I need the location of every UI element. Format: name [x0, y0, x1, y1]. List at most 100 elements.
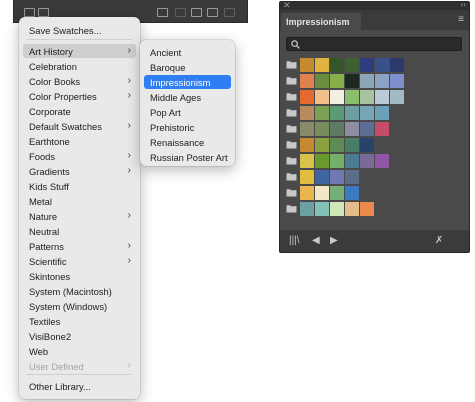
color-swatch[interactable] — [345, 154, 359, 168]
show-kind-icon[interactable] — [157, 8, 168, 17]
color-swatch[interactable] — [300, 186, 314, 200]
color-swatch[interactable] — [315, 202, 329, 216]
menu-item-system-windows[interactable]: System (Windows) — [23, 299, 136, 313]
menu-item-kids-stuff[interactable]: Kids Stuff — [23, 179, 136, 193]
color-swatch[interactable] — [345, 186, 359, 200]
menu-item-nature[interactable]: Nature › — [23, 209, 136, 223]
swatch-library-menu-icon[interactable] — [38, 8, 49, 17]
menu-item-metal[interactable]: Metal — [23, 194, 136, 208]
swatch-group-row[interactable] — [286, 74, 462, 88]
color-swatch[interactable] — [300, 138, 314, 152]
menu-item-web[interactable]: Web — [23, 344, 136, 358]
swatch-group-row[interactable] — [286, 90, 462, 104]
menu-item-celebration[interactable]: Celebration — [23, 59, 136, 73]
menu-item-system-macintosh[interactable]: System (Macintosh) — [23, 284, 136, 298]
color-swatch[interactable] — [330, 170, 344, 184]
swatch-group-row[interactable] — [286, 138, 462, 152]
search-input[interactable] — [286, 37, 462, 51]
color-swatch[interactable] — [300, 202, 314, 216]
color-swatch[interactable] — [360, 122, 374, 136]
color-swatch[interactable] — [375, 106, 389, 120]
color-swatch[interactable] — [330, 202, 344, 216]
color-swatch[interactable] — [360, 90, 374, 104]
swatch-group-row[interactable] — [286, 186, 462, 200]
menu-item-color-books[interactable]: Color Books › — [23, 74, 136, 88]
color-swatch[interactable] — [375, 74, 389, 88]
color-swatch[interactable] — [390, 90, 404, 104]
color-swatch[interactable] — [300, 154, 314, 168]
menu-item-default-swatches[interactable]: Default Swatches › — [23, 119, 136, 133]
menu-item-save-swatches[interactable]: Save Swatches... — [23, 23, 136, 37]
swatch-options-icon[interactable] — [175, 8, 186, 17]
previous-icon[interactable]: ◀ — [312, 235, 320, 247]
menu-item-gradients[interactable]: Gradients › — [23, 164, 136, 178]
menu-item-other-library[interactable]: Other Library... — [23, 379, 136, 393]
swatch-group-row[interactable] — [286, 154, 462, 168]
color-swatch[interactable] — [330, 138, 344, 152]
library-icon[interactable] — [24, 8, 35, 17]
color-swatch[interactable] — [345, 74, 359, 88]
color-swatch[interactable] — [390, 58, 404, 72]
menu-item-art-history[interactable]: Art History › — [23, 44, 136, 58]
submenu-item-renaissance[interactable]: Renaissance — [144, 135, 231, 149]
submenu-item-prehistoric[interactable]: Prehistoric — [144, 120, 231, 134]
color-swatch[interactable] — [345, 202, 359, 216]
color-swatch[interactable] — [315, 106, 329, 120]
library-icon[interactable]: |||\ — [289, 235, 300, 247]
color-swatch[interactable] — [375, 58, 389, 72]
swatch-group-row[interactable] — [286, 122, 462, 136]
color-swatch[interactable] — [300, 74, 314, 88]
color-swatch[interactable] — [330, 122, 344, 136]
color-swatch[interactable] — [390, 74, 404, 88]
menu-item-skintones[interactable]: Skintones — [23, 269, 136, 283]
color-swatch[interactable] — [300, 106, 314, 120]
collapse-icon[interactable]: ‹‹ — [461, 0, 466, 9]
color-swatch[interactable] — [360, 202, 374, 216]
menu-item-earthtone[interactable]: Earthtone — [23, 134, 136, 148]
color-swatch[interactable] — [360, 138, 374, 152]
submenu-item-pop-art[interactable]: Pop Art — [144, 105, 231, 119]
color-swatch[interactable] — [315, 74, 329, 88]
panel-menu-icon[interactable]: ≡ — [458, 15, 464, 25]
tools-icon[interactable]: ✗ — [435, 235, 443, 247]
delete-swatch-icon[interactable] — [224, 8, 235, 17]
color-swatch[interactable] — [330, 90, 344, 104]
color-swatch[interactable] — [330, 154, 344, 168]
color-swatch[interactable] — [345, 106, 359, 120]
swatch-group-row[interactable] — [286, 202, 462, 216]
submenu-item-middle-ages[interactable]: Middle Ages — [144, 90, 231, 104]
menu-item-corporate[interactable]: Corporate — [23, 104, 136, 118]
new-swatch-icon[interactable] — [207, 8, 218, 17]
submenu-item-ancient[interactable]: Ancient — [144, 45, 231, 59]
color-swatch[interactable] — [315, 186, 329, 200]
color-swatch[interactable] — [345, 170, 359, 184]
color-swatch[interactable] — [345, 90, 359, 104]
menu-item-color-properties[interactable]: Color Properties › — [23, 89, 136, 103]
color-swatch[interactable] — [315, 154, 329, 168]
color-swatch[interactable] — [315, 138, 329, 152]
swatch-group-row[interactable] — [286, 170, 462, 184]
color-swatch[interactable] — [375, 90, 389, 104]
menu-item-textiles[interactable]: Textiles — [23, 314, 136, 328]
color-swatch[interactable] — [375, 122, 389, 136]
new-folder-icon[interactable] — [191, 8, 202, 17]
color-swatch[interactable] — [375, 154, 389, 168]
swatch-group-row[interactable] — [286, 106, 462, 120]
color-swatch[interactable] — [300, 122, 314, 136]
menu-item-visibone2[interactable]: VisiBone2 — [23, 329, 136, 343]
menu-item-neutral[interactable]: Neutral — [23, 224, 136, 238]
next-icon[interactable]: ▶ — [330, 235, 338, 247]
color-swatch[interactable] — [345, 122, 359, 136]
color-swatch[interactable] — [360, 74, 374, 88]
color-swatch[interactable] — [330, 74, 344, 88]
color-swatch[interactable] — [360, 106, 374, 120]
submenu-item-russian-poster-art[interactable]: Russian Poster Art — [144, 150, 231, 164]
submenu-item-impressionism[interactable]: Impressionism — [144, 75, 231, 89]
color-swatch[interactable] — [315, 122, 329, 136]
color-swatch[interactable] — [300, 90, 314, 104]
color-swatch[interactable] — [315, 58, 329, 72]
swatch-group-row[interactable] — [286, 58, 462, 72]
color-swatch[interactable] — [330, 186, 344, 200]
color-swatch[interactable] — [300, 58, 314, 72]
menu-item-patterns[interactable]: Patterns › — [23, 239, 136, 253]
